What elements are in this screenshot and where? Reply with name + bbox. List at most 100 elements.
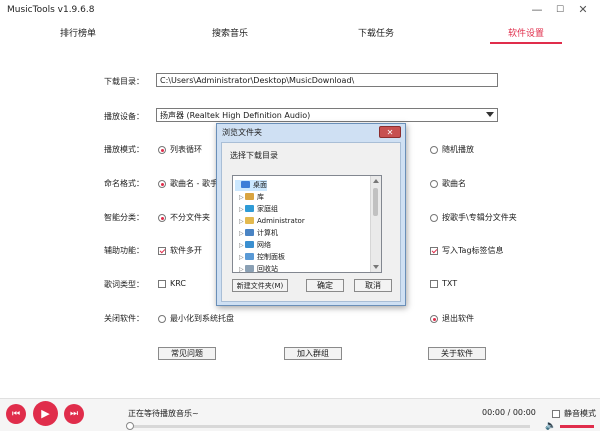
checkbox-txt[interactable]: TXT [430, 279, 457, 288]
next-icon: ⏭ [69, 409, 79, 419]
network-icon [245, 241, 254, 248]
title-bar: MusicTools v1.9.6.8 — ☐ ✕ [0, 0, 600, 22]
about-button[interactable]: 关于软件 [428, 347, 486, 360]
radio-artist-album-folder[interactable]: 按歌手\专辑分文件夹 [430, 212, 517, 223]
cancel-button[interactable]: 取消 [354, 279, 392, 292]
naming-format-label: 命名格式： [104, 179, 144, 188]
tree-item[interactable]: ▷ 网络 [239, 240, 271, 251]
radio-shuffle[interactable]: 随机播放 [430, 144, 474, 155]
radio-dot-icon [158, 214, 166, 222]
tree-item-label: Administrator [257, 217, 305, 225]
radio-exit-app[interactable]: 退出软件 [430, 313, 474, 324]
close-button[interactable]: ✕ [572, 2, 594, 18]
play-button[interactable]: ▶ [33, 401, 58, 426]
next-button[interactable]: ⏭ [64, 404, 84, 424]
tree-item-label: 库 [257, 193, 264, 201]
checkbox-krc[interactable]: KRC [158, 279, 186, 288]
checkbox-label: KRC [170, 279, 186, 288]
minimize-button[interactable]: — [526, 2, 548, 18]
radio-dot-icon [430, 315, 438, 323]
radio-dot-icon [158, 315, 166, 323]
close-icon: ✕ [386, 128, 394, 137]
radio-label: 随机播放 [442, 145, 474, 154]
radio-dot-icon [430, 180, 438, 188]
folder-tree[interactable]: 桌面 ▷ 库 ▷ 家庭组 ▷ Administrator ▷ 计算机 ▷ 网络 ▷ 控制面板 ▷ 回收站 [232, 175, 382, 273]
checkbox-label: 静音模式 [564, 409, 596, 418]
checkbox-mute[interactable]: 静音模式 [552, 408, 596, 419]
radio-dot-icon [158, 180, 166, 188]
checkbox-icon [430, 280, 438, 288]
tree-item-label: 家庭组 [257, 205, 278, 213]
tree-scrollbar[interactable] [370, 176, 381, 272]
user-folder-icon [245, 217, 254, 224]
radio-label: 歌曲名 - 歌手 [170, 179, 218, 188]
tree-item[interactable]: ▷ 家庭组 [239, 204, 278, 215]
ok-button[interactable]: 确定 [306, 279, 344, 292]
tree-item[interactable]: ▷ 控制面板 [239, 252, 285, 263]
player-time: 00:00 / 00:00 [482, 408, 536, 417]
tab-charts[interactable]: 排行榜单 [48, 26, 108, 42]
checkbox-label: 软件多开 [170, 246, 202, 255]
radio-minimize-tray[interactable]: 最小化到系统托盘 [158, 313, 234, 324]
radio-song-only[interactable]: 歌曲名 [430, 178, 466, 189]
playback-device-value: 扬声器 (Realtek High Definition Audio) [160, 111, 311, 120]
progress-bar[interactable] [126, 422, 530, 430]
radio-label: 按歌手\专辑分文件夹 [442, 213, 517, 222]
faq-button[interactable]: 常见问题 [158, 347, 216, 360]
dialog-close-button[interactable]: ✕ [379, 126, 401, 138]
radio-label: 最小化到系统托盘 [170, 314, 234, 323]
playback-device-label: 播放设备： [104, 112, 144, 121]
scroll-thumb[interactable] [373, 188, 378, 216]
tree-item[interactable]: ▷ 回收站 [239, 264, 278, 273]
checkbox-label: 写入Tag标签信息 [442, 246, 504, 255]
scroll-down-icon[interactable] [373, 265, 379, 269]
tree-item-label: 网络 [257, 241, 271, 249]
playback-mode-label: 播放模式： [104, 145, 144, 154]
smart-sort-label: 智能分类： [104, 213, 144, 222]
tree-item-label: 控制面板 [257, 253, 285, 261]
play-icon: ▶ [41, 407, 50, 420]
player-bar: ⏮ ▶ ⏭ 正在等待播放音乐~ 00:00 / 00:00 静音模式 🔈 [0, 398, 600, 431]
active-tab-indicator [490, 42, 562, 44]
dialog-prompt: 选择下载目录 [230, 151, 278, 160]
desktop-icon [241, 181, 250, 188]
checkbox-icon [158, 280, 166, 288]
chevron-down-icon [486, 112, 494, 117]
player-status: 正在等待播放音乐~ [128, 409, 199, 418]
progress-knob[interactable] [126, 422, 134, 430]
scroll-up-icon[interactable] [373, 179, 379, 183]
maximize-button[interactable]: ☐ [549, 2, 571, 18]
join-group-button[interactable]: 加入群组 [284, 347, 342, 360]
tree-item[interactable]: ▷ 库 [239, 192, 264, 203]
checkbox-multi-instance[interactable]: 软件多开 [158, 245, 202, 256]
control-panel-icon [245, 253, 254, 260]
radio-dot-icon [158, 146, 166, 154]
new-folder-button[interactable]: 新建文件夹(M) [232, 279, 288, 292]
tab-settings[interactable]: 软件设置 [496, 26, 556, 42]
tree-item[interactable]: ▷ Administrator [239, 216, 305, 227]
tree-item-label: 桌面 [253, 181, 267, 189]
radio-song-artist[interactable]: 歌曲名 - 歌手 [158, 178, 218, 189]
radio-list-loop[interactable]: 列表循环 [158, 144, 202, 155]
radio-label: 退出软件 [442, 314, 474, 323]
download-dir-input[interactable]: C:\Users\Administrator\Desktop\MusicDown… [156, 73, 498, 87]
tab-downloads[interactable]: 下载任务 [346, 26, 406, 42]
checkbox-write-tag[interactable]: 写入Tag标签信息 [430, 245, 504, 256]
volume-slider[interactable] [560, 425, 594, 428]
app-title: MusicTools v1.9.6.8 [7, 5, 95, 15]
tree-item-label: 回收站 [257, 265, 278, 273]
aux-label: 辅助功能： [104, 246, 144, 255]
tree-item[interactable]: 桌面 [235, 180, 267, 191]
tab-search[interactable]: 搜索音乐 [200, 26, 260, 42]
checkbox-icon [552, 410, 560, 418]
tree-item[interactable]: ▷ 计算机 [239, 228, 278, 239]
library-icon [245, 193, 254, 200]
radio-label: 不分文件夹 [170, 213, 210, 222]
checkbox-icon [430, 247, 438, 255]
radio-no-folder[interactable]: 不分文件夹 [158, 212, 210, 223]
playback-device-select[interactable]: 扬声器 (Realtek High Definition Audio) [156, 108, 498, 122]
browse-folder-dialog: 浏览文件夹 ✕ 选择下载目录 桌面 ▷ 库 ▷ 家庭组 ▷ Administrator ▷ 计算… [216, 123, 406, 306]
close-behavior-label: 关闭软件： [104, 314, 144, 323]
prev-button[interactable]: ⏮ [6, 404, 26, 424]
checkbox-icon [158, 247, 166, 255]
